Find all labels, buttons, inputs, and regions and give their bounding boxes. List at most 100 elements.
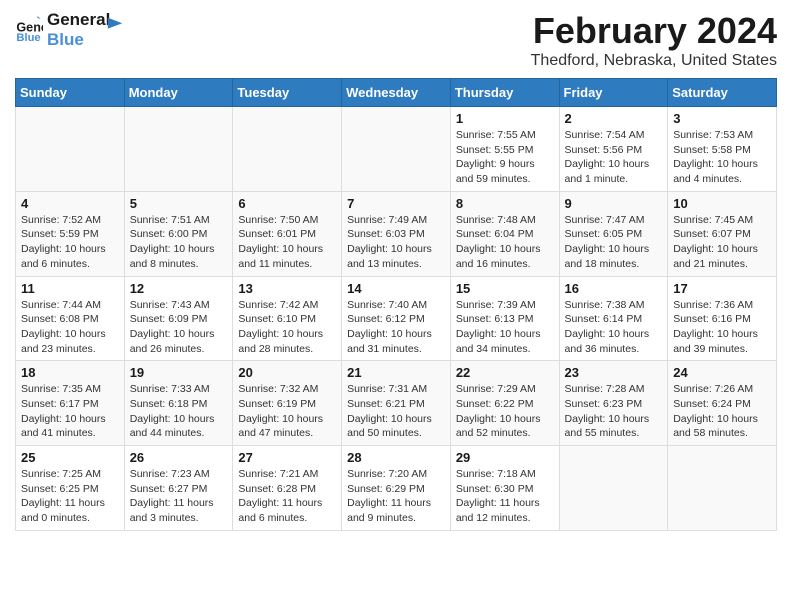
day-info: Sunrise: 7:29 AMSunset: 6:22 PMDaylight:… xyxy=(456,382,554,441)
logo-general: General xyxy=(47,10,110,30)
calendar-cell: 13Sunrise: 7:42 AMSunset: 6:10 PMDayligh… xyxy=(233,276,342,361)
calendar-week-row: 11 Sunrise: 7:44 AMSunset: 6:08 PMDayligh… xyxy=(16,276,777,361)
weekday-header-thursday: Thursday xyxy=(450,79,559,107)
day-info: Sunrise: 7:55 AMSunset: 5:55 PMDaylight:… xyxy=(456,128,554,187)
calendar-cell xyxy=(559,446,668,531)
calendar-cell: 17 Sunrise: 7:36 AMSunset: 6:16 PMDayligh… xyxy=(668,276,777,361)
calendar-cell: 25Sunrise: 7:25 AMSunset: 6:25 PMDayligh… xyxy=(16,446,125,531)
day-info: Sunrise: 7:18 AMSunset: 6:30 PMDaylight:… xyxy=(456,467,554,526)
day-number: 29 xyxy=(456,450,554,465)
day-info: Sunrise: 7:40 AMSunset: 6:12 PMDaylight:… xyxy=(347,298,445,357)
day-number: 1 xyxy=(456,111,554,126)
day-number: 26 xyxy=(130,450,228,465)
day-info: Sunrise: 7:43 AMSunset: 6:09 PMDaylight:… xyxy=(130,298,228,357)
calendar-cell xyxy=(124,107,233,192)
weekday-header-tuesday: Tuesday xyxy=(233,79,342,107)
day-number: 5 xyxy=(130,196,228,211)
day-info: Sunrise: 7:20 AMSunset: 6:29 PMDaylight:… xyxy=(347,467,445,526)
day-number: 9 xyxy=(565,196,663,211)
day-info: Sunrise: 7:51 AMSunset: 6:00 PMDaylight:… xyxy=(130,213,228,272)
day-number: 12 xyxy=(130,281,228,296)
day-number: 2 xyxy=(565,111,663,126)
day-info: Sunrise: 7:35 AMSunset: 6:17 PMDaylight:… xyxy=(21,382,119,441)
calendar-week-row: 25Sunrise: 7:25 AMSunset: 6:25 PMDayligh… xyxy=(16,446,777,531)
day-number: 28 xyxy=(347,450,445,465)
month-year-title: February 2024 xyxy=(531,10,777,52)
calendar-cell xyxy=(668,446,777,531)
day-info: Sunrise: 7:44 AMSunset: 6:08 PMDaylight:… xyxy=(21,298,119,357)
svg-text:Blue: Blue xyxy=(16,33,40,45)
calendar-cell: 22 Sunrise: 7:29 AMSunset: 6:22 PMDayligh… xyxy=(450,361,559,446)
logo-blue: Blue xyxy=(47,30,110,50)
day-number: 8 xyxy=(456,196,554,211)
day-info: Sunrise: 7:45 AMSunset: 6:07 PMDaylight:… xyxy=(673,213,771,272)
calendar-cell: 19 Sunrise: 7:33 AMSunset: 6:18 PMDayligh… xyxy=(124,361,233,446)
calendar-cell: 14 Sunrise: 7:40 AMSunset: 6:12 PMDayligh… xyxy=(342,276,451,361)
calendar-cell: 7 Sunrise: 7:49 AMSunset: 6:03 PMDaylight… xyxy=(342,191,451,276)
calendar-header-row: SundayMondayTuesdayWednesdayThursdayFrid… xyxy=(16,79,777,107)
calendar-cell xyxy=(233,107,342,192)
weekday-header-wednesday: Wednesday xyxy=(342,79,451,107)
day-number: 15 xyxy=(456,281,554,296)
calendar-week-row: 18 Sunrise: 7:35 AMSunset: 6:17 PMDayligh… xyxy=(16,361,777,446)
day-info: Sunrise: 7:23 AMSunset: 6:27 PMDaylight:… xyxy=(130,467,228,526)
logo-flag-icon xyxy=(106,16,124,34)
day-info: Sunrise: 7:33 AMSunset: 6:18 PMDaylight:… xyxy=(130,382,228,441)
logo: General Blue General Blue xyxy=(15,10,124,51)
calendar-cell: 21 Sunrise: 7:31 AMSunset: 6:21 PMDayligh… xyxy=(342,361,451,446)
day-number: 6 xyxy=(238,196,336,211)
day-info: Sunrise: 7:42 AMSunset: 6:10 PMDaylight:… xyxy=(238,298,336,357)
day-info: Sunrise: 7:54 AMSunset: 5:56 PMDaylight:… xyxy=(565,128,663,187)
day-number: 18 xyxy=(21,365,119,380)
day-number: 11 xyxy=(21,281,119,296)
day-number: 10 xyxy=(673,196,771,211)
calendar-cell xyxy=(342,107,451,192)
calendar-cell: 4 Sunrise: 7:52 AMSunset: 5:59 PMDaylight… xyxy=(16,191,125,276)
day-number: 22 xyxy=(456,365,554,380)
day-number: 27 xyxy=(238,450,336,465)
calendar-cell: 26 Sunrise: 7:23 AMSunset: 6:27 PMDayligh… xyxy=(124,446,233,531)
day-number: 7 xyxy=(347,196,445,211)
calendar-cell: 9 Sunrise: 7:47 AMSunset: 6:05 PMDaylight… xyxy=(559,191,668,276)
day-info: Sunrise: 7:32 AMSunset: 6:19 PMDaylight:… xyxy=(238,382,336,441)
calendar-cell: 5 Sunrise: 7:51 AMSunset: 6:00 PMDaylight… xyxy=(124,191,233,276)
day-number: 4 xyxy=(21,196,119,211)
day-info: Sunrise: 7:50 AMSunset: 6:01 PMDaylight:… xyxy=(238,213,336,272)
day-info: Sunrise: 7:49 AMSunset: 6:03 PMDaylight:… xyxy=(347,213,445,272)
calendar-cell: 10 Sunrise: 7:45 AMSunset: 6:07 PMDayligh… xyxy=(668,191,777,276)
calendar-cell: 12 Sunrise: 7:43 AMSunset: 6:09 PMDayligh… xyxy=(124,276,233,361)
calendar-cell: 28 Sunrise: 7:20 AMSunset: 6:29 PMDayligh… xyxy=(342,446,451,531)
day-info: Sunrise: 7:31 AMSunset: 6:21 PMDaylight:… xyxy=(347,382,445,441)
calendar-cell: 2 Sunrise: 7:54 AMSunset: 5:56 PMDaylight… xyxy=(559,107,668,192)
day-info: Sunrise: 7:48 AMSunset: 6:04 PMDaylight:… xyxy=(456,213,554,272)
calendar-cell: 23 Sunrise: 7:28 AMSunset: 6:23 PMDayligh… xyxy=(559,361,668,446)
day-number: 24 xyxy=(673,365,771,380)
day-number: 16 xyxy=(565,281,663,296)
day-info: Sunrise: 7:47 AMSunset: 6:05 PMDaylight:… xyxy=(565,213,663,272)
day-info: Sunrise: 7:52 AMSunset: 5:59 PMDaylight:… xyxy=(21,213,119,272)
day-info: Sunrise: 7:53 AMSunset: 5:58 PMDaylight:… xyxy=(673,128,771,187)
day-number: 3 xyxy=(673,111,771,126)
calendar-week-row: 1 Sunrise: 7:55 AMSunset: 5:55 PMDaylight… xyxy=(16,107,777,192)
calendar-cell: 6 Sunrise: 7:50 AMSunset: 6:01 PMDaylight… xyxy=(233,191,342,276)
day-info: Sunrise: 7:28 AMSunset: 6:23 PMDaylight:… xyxy=(565,382,663,441)
weekday-header-saturday: Saturday xyxy=(668,79,777,107)
calendar-cell: 24Sunrise: 7:26 AMSunset: 6:24 PMDayligh… xyxy=(668,361,777,446)
day-number: 23 xyxy=(565,365,663,380)
day-info: Sunrise: 7:38 AMSunset: 6:14 PMDaylight:… xyxy=(565,298,663,357)
calendar-cell: 8 Sunrise: 7:48 AMSunset: 6:04 PMDaylight… xyxy=(450,191,559,276)
calendar-table: SundayMondayTuesdayWednesdayThursdayFrid… xyxy=(15,78,777,531)
day-number: 14 xyxy=(347,281,445,296)
calendar-week-row: 4 Sunrise: 7:52 AMSunset: 5:59 PMDaylight… xyxy=(16,191,777,276)
calendar-cell: 29 Sunrise: 7:18 AMSunset: 6:30 PMDayligh… xyxy=(450,446,559,531)
day-number: 21 xyxy=(347,365,445,380)
calendar-cell: 11 Sunrise: 7:44 AMSunset: 6:08 PMDayligh… xyxy=(16,276,125,361)
day-number: 19 xyxy=(130,365,228,380)
weekday-header-friday: Friday xyxy=(559,79,668,107)
day-info: Sunrise: 7:25 AMSunset: 6:25 PMDaylight:… xyxy=(21,467,119,526)
day-info: Sunrise: 7:36 AMSunset: 6:16 PMDaylight:… xyxy=(673,298,771,357)
location-subtitle: Thedford, Nebraska, United States xyxy=(531,52,777,70)
calendar-cell: 16 Sunrise: 7:38 AMSunset: 6:14 PMDayligh… xyxy=(559,276,668,361)
day-number: 17 xyxy=(673,281,771,296)
day-number: 20 xyxy=(238,365,336,380)
